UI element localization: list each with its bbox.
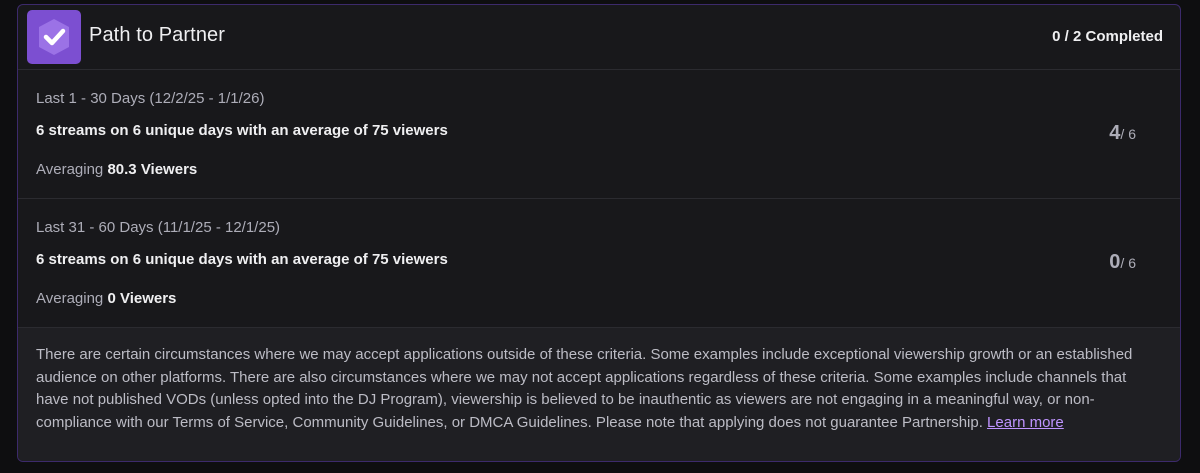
period-average: Averaging 0 Viewers: [36, 290, 176, 307]
period-range: Last 31 - 60 Days (11/1/25 - 12/1/25): [36, 219, 281, 236]
period-row: Last 31 - 60 Days (11/1/25 - 12/1/25) 6 …: [18, 199, 1180, 328]
progress-total: / 6: [1120, 126, 1136, 142]
period-average: Averaging 80.3 Viewers: [36, 161, 197, 178]
period-requirement: 6 streams on 6 unique days with an avera…: [36, 251, 448, 268]
progress-value: 0: [1109, 251, 1121, 273]
period-range: Last 1 - 30 Days (12/2/25 - 1/1/26): [36, 90, 265, 107]
period-row: Last 1 - 30 Days (12/2/25 - 1/1/26) 6 st…: [18, 70, 1180, 199]
learn-more-link[interactable]: Learn more: [987, 414, 1064, 431]
criteria-note: There are certain circumstances where we…: [18, 328, 1180, 461]
completion-status: 0 / 2 Completed: [1052, 28, 1163, 45]
path-to-partner-card: Path to Partner 0 / 2 Completed Last 1 -…: [17, 4, 1181, 462]
averaging-label: Averaging: [36, 161, 104, 178]
card-header: Path to Partner 0 / 2 Completed: [18, 5, 1180, 70]
period-requirement: 6 streams on 6 unique days with an avera…: [36, 122, 448, 139]
partner-badge: [27, 10, 81, 64]
partner-check-shield-icon: [39, 19, 69, 55]
averaging-value: 80.3 Viewers: [107, 161, 198, 178]
progress-value: 4: [1109, 122, 1121, 144]
progress-counter: 0/ 6: [1109, 251, 1136, 274]
progress-total: / 6: [1120, 255, 1136, 271]
criteria-note-text: There are certain circumstances where we…: [36, 346, 1133, 431]
averaging-label: Averaging: [36, 290, 104, 307]
progress-counter: 4/ 6: [1109, 122, 1136, 145]
page-title: Path to Partner: [89, 24, 226, 46]
averaging-value: 0 Viewers: [107, 290, 177, 307]
